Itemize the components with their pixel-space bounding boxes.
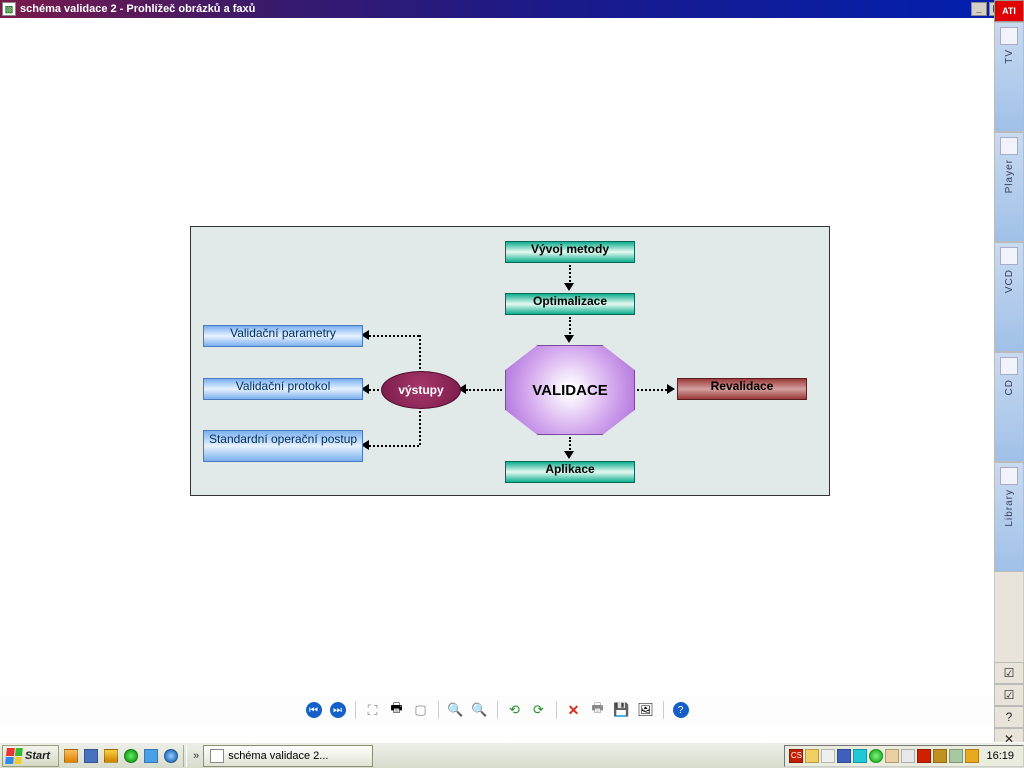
taskbar: Start » schéma validace 2... CS 16:19 [0,742,1024,768]
clock[interactable]: 16:19 [981,750,1019,762]
ati-cd-button[interactable]: CD [994,352,1024,462]
quicklaunch-4[interactable] [122,747,140,765]
box-output-2: Validační protokol [203,378,363,400]
zoomin-icon: 🔍 [447,702,463,718]
image-viewer: Vývoj metody Optimalizace VALIDACE Aplik… [0,18,994,724]
ql-icon-4 [124,749,138,763]
save-icon: 💾 [613,702,629,718]
open-icon: 🖼 [637,702,654,718]
ql-icon-2 [84,749,98,763]
open-with-button[interactable]: 🖼 [636,700,656,720]
tray-icon-8[interactable] [917,749,931,763]
delete-icon: ✕ [568,702,580,719]
ati-player-button[interactable]: Player [994,132,1024,242]
next-icon: ⏭ [330,702,346,718]
copy-icon: 🖶 [591,699,603,721]
zoomout-icon: 🔍 [471,702,487,718]
library-icon [1000,467,1018,485]
player-icon [1000,137,1018,155]
tray-icon-6[interactable] [885,749,899,763]
quicklaunch-6[interactable] [162,747,180,765]
task-label: schéma validace 2... [228,750,328,762]
minimize-button[interactable]: _ [971,2,987,16]
tray-icon-11[interactable] [965,749,979,763]
tray-icon-10[interactable] [949,749,963,763]
prev-icon: ⏮ [306,702,322,718]
box-optimalizace: Optimalizace [505,293,635,315]
ati-player-label: Player [1004,159,1015,193]
tv-icon [1000,27,1018,45]
quicklaunch-overflow[interactable]: » [189,750,203,762]
app-icon: ▧ [2,2,16,16]
ati-logo[interactable]: ATI [994,0,1024,22]
ati-library-button[interactable]: Library [994,462,1024,572]
help-icon: ? [673,702,689,718]
tray-icon-3[interactable] [837,749,851,763]
ql-icon-1 [64,749,78,763]
quicklaunch-2[interactable] [82,747,100,765]
viewer-toolbar: ⏮ ⏭ ⛶ 🖶 ▢ 🔍 🔍 ⟲ ⟳ ✕ 🖶 💾 🖼 ? [0,696,994,724]
ati-mini-2[interactable]: ☑ [994,684,1024,706]
ati-tv-button[interactable]: TV [994,22,1024,132]
delete-button[interactable]: ✕ [564,700,584,720]
system-tray: CS 16:19 [784,745,1024,767]
ql-icon-5 [144,749,158,763]
print-button[interactable]: 🖶 [387,700,407,720]
tray-icon-9[interactable] [933,749,947,763]
slideshow-icon: ▢ [414,702,426,718]
tray-icon-1[interactable] [805,749,819,763]
ellipse-vystupy: výstupy [381,371,461,409]
ql-icon-3 [104,749,118,763]
tray-lang[interactable]: CS [789,749,803,763]
fit-button[interactable]: ⛶ [363,700,383,720]
cd-icon [1000,357,1018,375]
box-output-3: Standardní operační postup [203,430,363,462]
tray-icon-2[interactable] [821,749,835,763]
box-validace: VALIDACE [505,345,635,435]
slideshow-button[interactable]: ▢ [411,700,431,720]
print-icon: 🖶 [390,699,402,721]
ati-mini-1[interactable]: ☑ [994,662,1024,684]
windows-logo-icon [5,748,23,764]
tray-icon-7[interactable] [901,749,915,763]
task-icon [210,749,224,763]
help-button[interactable]: ? [671,700,691,720]
rotate-right-icon: ⟳ [533,702,544,718]
prev-button[interactable]: ⏮ [304,700,324,720]
box-output-1: Validační parametry [203,325,363,347]
taskbar-task-active[interactable]: schéma validace 2... [203,745,373,767]
ati-library-label: Library [1004,489,1015,527]
zoomout-button[interactable]: 🔍 [470,700,490,720]
quicklaunch-1[interactable] [62,747,80,765]
box-revalidace: Revalidace [677,378,807,400]
start-button[interactable]: Start [2,745,59,767]
tray-icon-5[interactable] [869,749,883,763]
box-aplikace: Aplikace [505,461,635,483]
ql-icon-6 [164,749,178,763]
diagram: Vývoj metody Optimalizace VALIDACE Aplik… [190,226,830,496]
ati-cd-label: CD [1004,379,1015,395]
rotate-left-button[interactable]: ⟲ [505,700,525,720]
tray-icon-4[interactable] [853,749,867,763]
rotate-left-icon: ⟲ [509,702,520,718]
ati-tv-label: TV [1004,49,1015,64]
next-button[interactable]: ⏭ [328,700,348,720]
start-label: Start [25,750,50,762]
titlebar: ▧ schéma validace 2 - Prohlížeč obrázků … [0,0,1024,18]
vcd-icon [1000,247,1018,265]
ati-vcd-button[interactable]: VCD [994,242,1024,352]
fit-icon: ⛶ [368,702,378,719]
zoomin-button[interactable]: 🔍 [446,700,466,720]
ati-vcd-label: VCD [1004,269,1015,293]
ati-mini-help[interactable]: ? [994,706,1024,728]
ati-sidebar: ATI TV Player VCD CD Library ☑ ☑ ? ✕ [994,0,1024,750]
rotate-right-button[interactable]: ⟳ [529,700,549,720]
window-title: schéma validace 2 - Prohlížeč obrázků a … [20,3,255,15]
quicklaunch-5[interactable] [142,747,160,765]
quicklaunch-3[interactable] [102,747,120,765]
save-button[interactable]: 💾 [612,700,632,720]
copy-button[interactable]: 🖶 [588,700,608,720]
box-vyvoj: Vývoj metody [505,241,635,263]
